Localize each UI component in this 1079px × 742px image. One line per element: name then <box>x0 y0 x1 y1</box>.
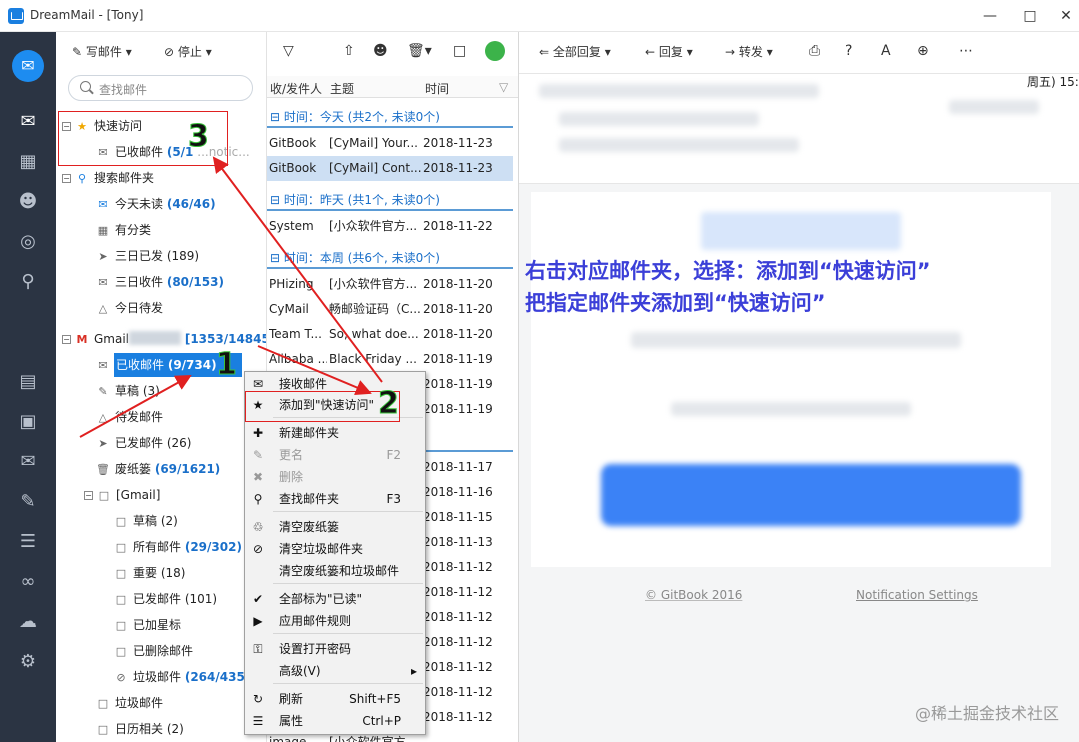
step-number-1: 1 <box>216 347 238 382</box>
step-number-3: 3 <box>188 119 210 154</box>
step-number-2: 2 <box>378 386 400 421</box>
annotation-arrows <box>79 156 383 438</box>
watermark: @稀土掘金技术社区 <box>914 704 1059 723</box>
